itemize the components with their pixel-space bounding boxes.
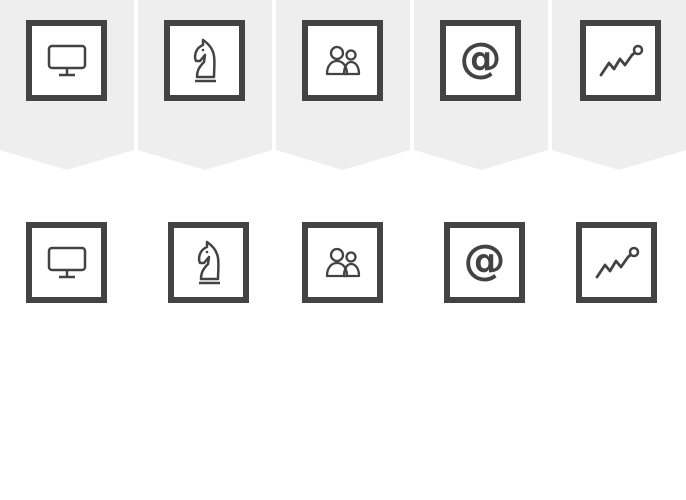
bottom-line-chart-tile[interactable] xyxy=(576,222,657,303)
top-users-tile[interactable] xyxy=(302,20,383,101)
chess-knight-icon xyxy=(193,38,216,82)
bottom-monitor-tile[interactable] xyxy=(26,222,107,303)
top-monitor-tile[interactable] xyxy=(26,20,107,101)
line-chart-icon xyxy=(599,44,643,76)
monitor-icon xyxy=(47,246,86,278)
icon-showcase: @ @ xyxy=(0,0,686,500)
at-sign-icon: @ xyxy=(463,234,506,284)
line-chart-icon xyxy=(595,246,639,278)
bottom-chess-knight-tile[interactable] xyxy=(168,222,249,303)
at-sign-icon: @ xyxy=(459,32,502,82)
users-icon xyxy=(325,45,360,75)
bottom-users-tile[interactable] xyxy=(302,222,383,303)
top-chess-knight-tile[interactable] xyxy=(164,20,245,101)
top-line-chart-tile[interactable] xyxy=(580,20,661,101)
monitor-icon xyxy=(47,44,86,76)
top-at-sign-tile[interactable]: @ xyxy=(440,20,521,101)
chess-knight-icon xyxy=(197,240,220,284)
bottom-at-sign-tile[interactable]: @ xyxy=(444,222,525,303)
users-icon xyxy=(325,247,360,277)
